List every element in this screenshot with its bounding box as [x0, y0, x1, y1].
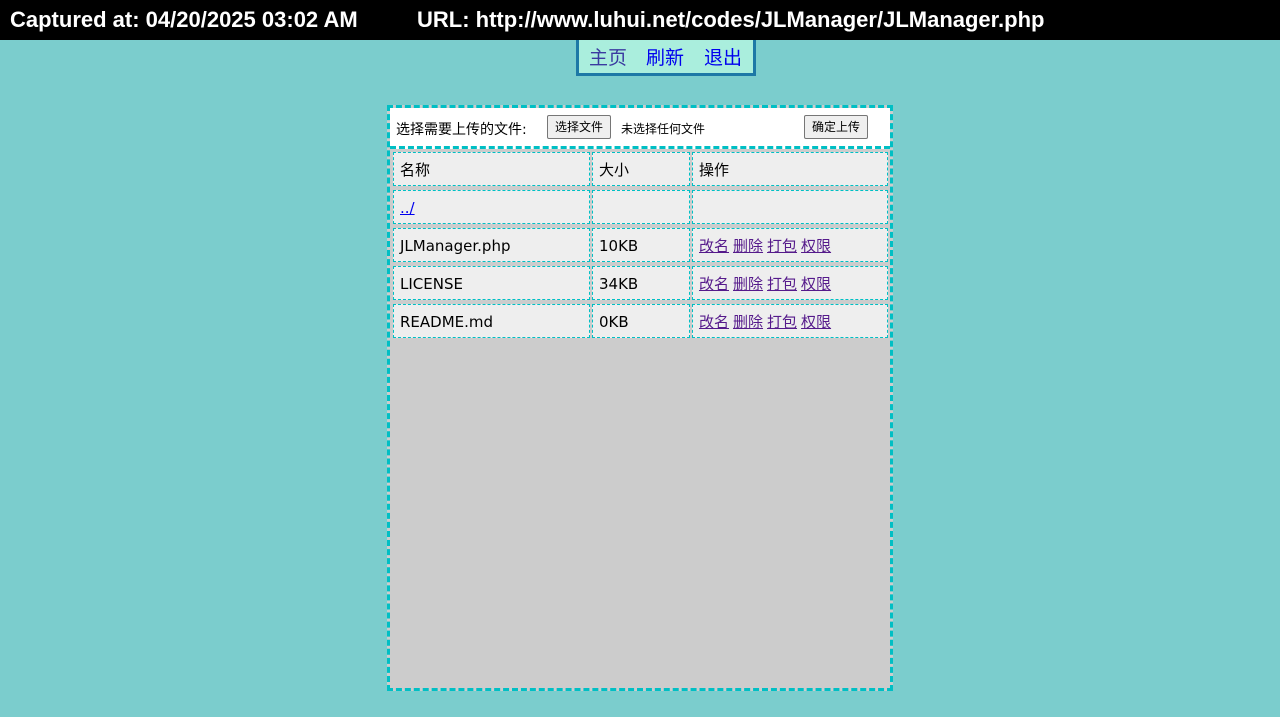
table-row: JLManager.php 10KB 改名 删除 打包 权限	[392, 227, 888, 265]
permission-link[interactable]: 权限	[801, 275, 831, 293]
table-header-row: 名称 大小 操作	[392, 151, 888, 189]
header-size: 大小	[592, 152, 690, 186]
upload-form: 选择需要上传的文件: 选择文件 未选择任何文件 确定上传	[390, 108, 890, 149]
pack-link[interactable]: 打包	[767, 275, 797, 293]
rename-link[interactable]: 改名	[699, 237, 729, 255]
file-manager-panel: 选择需要上传的文件: 选择文件 未选择任何文件 确定上传 名称 大小 操作 ..…	[387, 105, 893, 691]
parent-directory-cell: ../	[393, 190, 590, 224]
rename-link[interactable]: 改名	[699, 275, 729, 293]
file-name: JLManager.php	[393, 228, 590, 262]
file-size: 34KB	[592, 266, 690, 300]
file-table: 名称 大小 操作 ../ JLManager.php 10KB 改名 删除 打包 权限…	[392, 151, 888, 341]
permission-link[interactable]: 权限	[801, 313, 831, 331]
delete-link[interactable]: 删除	[733, 313, 763, 331]
file-size: 0KB	[592, 304, 690, 338]
table-row: LICENSE 34KB 改名 删除 打包 权限	[392, 265, 888, 303]
file-actions: 改名 删除 打包 权限	[692, 304, 888, 338]
choose-file-button[interactable]: 选择文件	[547, 115, 612, 139]
confirm-upload-button[interactable]: 确定上传	[804, 115, 869, 139]
header-name: 名称	[393, 152, 590, 186]
no-file-chosen-text: 未选择任何文件	[621, 122, 706, 136]
file-actions: 改名 删除 打包 权限	[692, 266, 888, 300]
delete-link[interactable]: 删除	[733, 275, 763, 293]
header-actions: 操作	[692, 152, 888, 186]
delete-link[interactable]: 删除	[733, 237, 763, 255]
parent-actions-cell	[692, 190, 888, 224]
capture-info-bar: Captured at: 04/20/2025 03:02 AM URL: ht…	[0, 0, 1280, 40]
pack-link[interactable]: 打包	[767, 313, 797, 331]
table-row: README.md 0KB 改名 删除 打包 权限	[392, 303, 888, 341]
upload-label: 选择需要上传的文件:	[396, 122, 527, 138]
nav-refresh-link[interactable]: 刷新	[646, 38, 684, 78]
file-name: LICENSE	[393, 266, 590, 300]
captured-at-text: Captured at: 04/20/2025 03:02 AM	[10, 7, 358, 32]
parent-directory-link[interactable]: ../	[400, 199, 415, 217]
captured-url-text: URL: http://www.luhui.net/codes/JLManage…	[417, 7, 1045, 32]
top-nav: 主页 刷新 退出	[576, 40, 756, 76]
file-name: README.md	[393, 304, 590, 338]
file-actions: 改名 删除 打包 权限	[692, 228, 888, 262]
rename-link[interactable]: 改名	[699, 313, 729, 331]
parent-directory-row: ../	[392, 189, 888, 227]
nav-logout-link[interactable]: 退出	[704, 38, 742, 78]
nav-home-link[interactable]: 主页	[589, 38, 627, 78]
parent-size-cell	[592, 190, 690, 224]
pack-link[interactable]: 打包	[767, 237, 797, 255]
permission-link[interactable]: 权限	[801, 237, 831, 255]
file-size: 10KB	[592, 228, 690, 262]
